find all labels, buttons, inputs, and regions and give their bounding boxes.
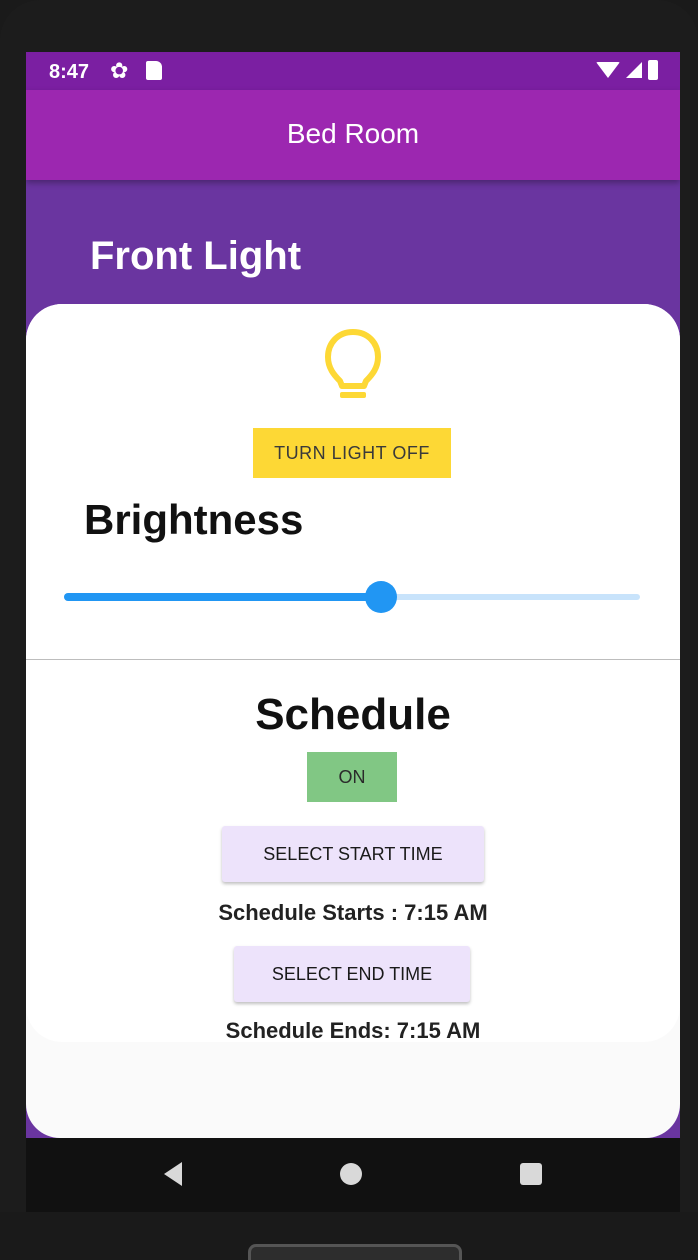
status-time: 8:47 xyxy=(49,61,90,83)
app-bar: Bed Room xyxy=(26,90,680,180)
slider-fill xyxy=(64,593,381,601)
schedule-end-text: Schedule Ends: 7:15 AM xyxy=(225,1018,481,1043)
control-card: TURN LIGHT OFF Brightness Schedule ON SE… xyxy=(26,304,680,1138)
device-title: Front Light xyxy=(90,234,302,278)
schedule-start-text: Schedule Starts : 7:15 AM xyxy=(218,900,488,925)
lightbulb-icon xyxy=(325,329,381,398)
phone-bottom-connector xyxy=(248,1244,462,1260)
slider-thumb[interactable] xyxy=(365,581,397,613)
wifi-icon xyxy=(596,62,620,78)
app-bar-title: Bed Room xyxy=(286,118,420,149)
recents-icon[interactable] xyxy=(520,1163,542,1185)
sd-card-icon xyxy=(146,61,162,80)
control-card-content: TURN LIGHT OFF Brightness Schedule ON SE… xyxy=(26,304,680,1043)
select-start-time-button[interactable]: SELECT START TIME xyxy=(222,826,484,882)
schedule-title: Schedule xyxy=(255,690,451,739)
status-icons-right xyxy=(596,60,658,80)
brightness-slider[interactable] xyxy=(64,581,640,613)
settings-icon: ✿ xyxy=(110,58,129,83)
home-icon[interactable] xyxy=(340,1163,362,1185)
navigation-bar xyxy=(26,1138,680,1212)
schedule-toggle-button[interactable]: ON xyxy=(307,752,397,802)
section-divider xyxy=(26,659,680,660)
phone-frame: 8:47 ✿ Bed Room Front Light TURN LIGHT O… xyxy=(0,0,698,1260)
brightness-title: Brightness xyxy=(84,496,304,543)
battery-icon xyxy=(648,60,658,80)
turn-light-off-button[interactable]: TURN LIGHT OFF xyxy=(253,428,451,478)
status-bar: 8:47 ✿ xyxy=(26,52,680,90)
app-screen: 8:47 ✿ Bed Room Front Light TURN LIGHT O… xyxy=(26,52,680,1138)
select-end-time-button[interactable]: SELECT END TIME xyxy=(234,946,470,1002)
signal-icon xyxy=(626,62,642,78)
back-icon[interactable] xyxy=(164,1162,182,1186)
